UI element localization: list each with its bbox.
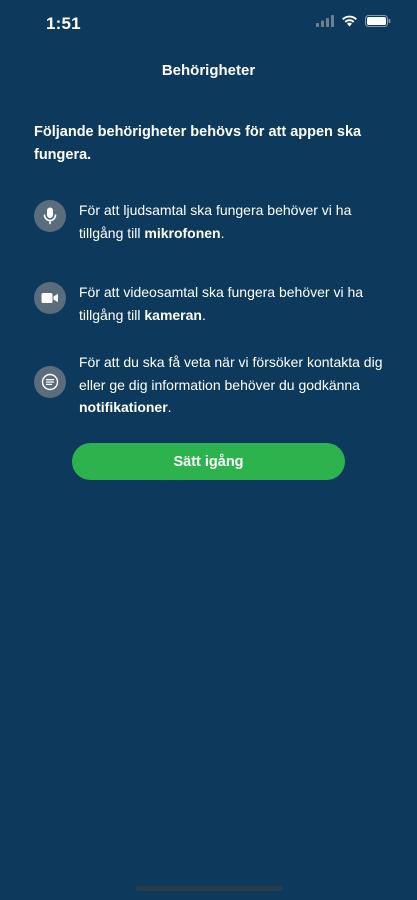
microphone-icon (34, 200, 66, 232)
notification-icon (34, 366, 66, 398)
battery-icon (365, 14, 391, 32)
permission-text: För att videosamtal ska fungera behöver … (79, 284, 364, 323)
video-camera-icon (34, 282, 66, 314)
page-title: Behörigheter (161, 62, 256, 79)
permission-highlight: mikrofonen (144, 224, 221, 241)
status-time: 1:51 (46, 14, 81, 33)
permission-suffix: . (167, 399, 172, 415)
permission-text: För att du ska få veta när vi försöker k… (79, 354, 383, 393)
permission-microphone-text: För att ljudsamtal ska fungera behöver v… (79, 199, 391, 244)
start-button[interactable]: Sätt igång (72, 443, 345, 480)
permission-notifications-text: För att du ska få veta när vi försöker k… (79, 351, 391, 419)
permission-camera: För att videosamtal ska fungera behöver … (34, 281, 394, 326)
status-icons (316, 14, 391, 32)
permission-highlight: kameran (144, 306, 202, 323)
signal-icon (316, 14, 334, 32)
permission-camera-text: För att videosamtal ska fungera behöver … (79, 281, 391, 326)
home-indicator[interactable] (135, 886, 283, 891)
intro-text: Följande behörigheter behövs för att app… (34, 124, 362, 163)
permission-highlight: notifikationer (79, 399, 168, 415)
wifi-icon (341, 14, 358, 32)
permission-suffix: . (201, 306, 206, 323)
permission-suffix: . (220, 224, 225, 241)
permission-notifications: För att du ska få veta när vi försöker k… (34, 351, 394, 419)
status-bar: 1:51 (0, 0, 417, 44)
permission-microphone: För att ljudsamtal ska fungera behöver v… (34, 199, 394, 244)
